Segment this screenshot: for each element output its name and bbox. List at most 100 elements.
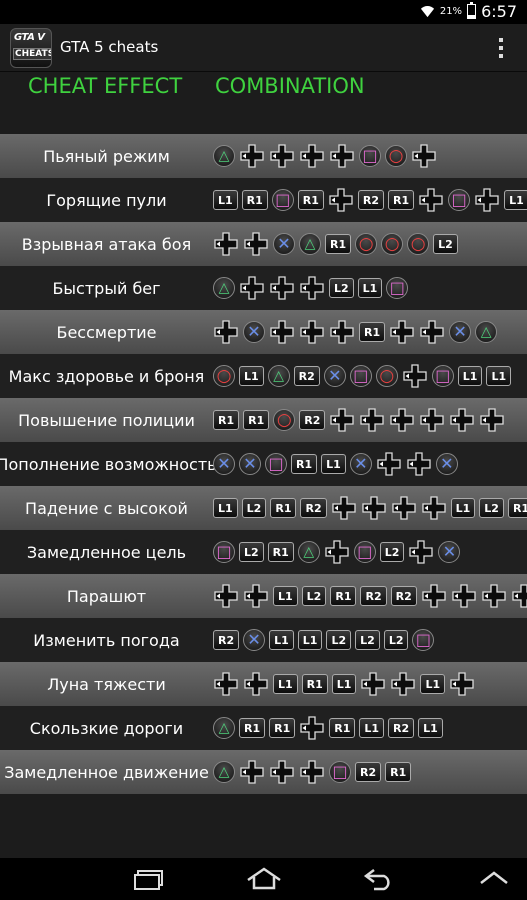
dpad-icon (299, 320, 325, 344)
column-header-combination: COMBINATION (215, 74, 365, 98)
cheat-effect-label: Повышение полиции (18, 410, 195, 430)
square-button-icon: □ (353, 541, 376, 563)
cheat-row[interactable]: Парашют L1 L2 R1 R2 R2 (0, 574, 527, 618)
home-icon[interactable] (245, 867, 283, 891)
dpad-icon (474, 188, 500, 212)
cheat-row[interactable]: Пополнение возможность ✕ ✕ □ R1 L1 ✕ ✕ (0, 442, 527, 486)
dpad-icon (269, 320, 295, 344)
cheat-row[interactable]: Скользкие дороги △ R1 R1 R1 L1 R2 L1 (0, 706, 527, 750)
cheat-row[interactable]: Горящие пули L1 R1 □ R1 R2 R1 □ L1 (0, 178, 527, 222)
dpad-icon (324, 540, 350, 564)
cheat-effect-label: Замедленное движение (4, 762, 209, 782)
dpad-icon (269, 276, 295, 300)
cheat-combination: L1 R1 □ R1 R2 R1 □ L1 (213, 178, 527, 222)
cheat-row[interactable]: Изменить погода R2 ✕ L1 L1 L2 L2 L2 □ (0, 618, 527, 662)
cheat-row[interactable]: Пьяный режим △ □ ○ (0, 134, 527, 178)
dpad-icon (299, 760, 325, 784)
app-logo-top: GTA V (14, 32, 45, 43)
app-screen: 21% 6:57 GTA V CHEATS GTA 5 cheats CHEAT… (0, 0, 527, 900)
triangle-button-icon: △ (213, 277, 235, 299)
cheat-combination: L1 L2 R1 R2 L1 L2 R1 (213, 486, 527, 530)
cheat-row[interactable]: Повышение полиции R1 R1 ○ R2 (0, 398, 527, 442)
circle-button-icon: ○ (381, 233, 404, 255)
back-icon[interactable] (362, 867, 394, 891)
dpad-icon (213, 320, 239, 344)
cheat-effect-label: Быстрый бег (52, 278, 161, 298)
cheat-row[interactable]: Быстрый бег △ L2 L1 □ (0, 266, 527, 310)
cheat-combination: ✕ ✕ □ R1 L1 ✕ ✕ (213, 442, 458, 486)
cheat-row[interactable]: Луна тяжести L1 R1 L1 L1 (0, 662, 527, 706)
square-button-icon: □ (448, 189, 471, 211)
dpad-icon (299, 276, 325, 300)
cheat-row[interactable]: Бессмертие ✕ R1 ✕ △ (0, 310, 527, 354)
circle-button-icon: ○ (273, 409, 296, 431)
cheat-effect-label: Луна тяжести (47, 674, 166, 694)
dpad-icon (243, 584, 269, 608)
collapse-icon[interactable] (478, 867, 510, 891)
app-title: GTA 5 cheats (60, 38, 159, 56)
r1-button-icon: R1 (301, 674, 328, 694)
dpad-icon (269, 144, 295, 168)
square-button-icon: □ (349, 365, 372, 387)
cheat-row[interactable]: Замедленное цель □ L2 R1 △ □ L2 ✕ (0, 530, 527, 574)
cheat-combination: ✕ R1 ✕ △ (213, 310, 498, 354)
cheat-combination: R2 ✕ L1 L1 L2 L2 L2 □ (213, 618, 435, 662)
dpad-icon (213, 232, 239, 256)
r1-button-icon: R1 (243, 410, 270, 430)
dpad-icon (389, 320, 415, 344)
dpad-icon (361, 496, 387, 520)
l1-button-icon: L1 (450, 498, 476, 518)
dpad-icon (402, 364, 428, 388)
l1-button-icon: L1 (269, 630, 294, 650)
cheat-effect-label: Скользкие дороги (29, 718, 184, 738)
cheat-row[interactable]: Замедленное движение △ □ R2 R1 (0, 750, 527, 794)
dpad-icon (269, 760, 295, 784)
cheat-effect-label: Горящие пули (46, 190, 167, 210)
recent-apps-icon[interactable] (133, 867, 165, 891)
overflow-menu-icon[interactable] (497, 36, 505, 60)
clock: 6:57 (481, 2, 517, 21)
cross-button-icon: ✕ (438, 541, 461, 563)
l1-button-icon: L1 (213, 190, 238, 210)
l2-button-icon: L2 (383, 630, 409, 650)
triangle-button-icon: △ (213, 145, 235, 167)
dpad-icon (449, 408, 475, 432)
cheat-combination: △ R1 R1 R1 L1 R2 L1 (213, 706, 443, 750)
l1-button-icon: L1 (273, 586, 298, 606)
dpad-icon (239, 276, 265, 300)
triangle-button-icon: △ (213, 761, 235, 783)
dpad-icon (391, 496, 417, 520)
cheat-effect-label: Замедленное цель (26, 542, 187, 562)
circle-button-icon: ○ (213, 365, 235, 387)
r1-button-icon: R1 (297, 190, 324, 210)
triangle-button-icon: △ (299, 233, 321, 255)
r1-button-icon: R1 (385, 762, 412, 782)
r2-button-icon: R2 (213, 630, 240, 650)
square-button-icon: □ (213, 541, 235, 563)
cheat-row[interactable]: Падение с высокой L1 L2 R1 R2 L1 L2 R1 (0, 486, 527, 530)
cheat-row[interactable]: Макс здоровье и броня ○ L1 △ R2 ✕ □ ○ □ L1 L1 (0, 354, 527, 398)
l1-button-icon: L1 (504, 190, 527, 210)
r2-button-icon: R2 (360, 586, 387, 606)
battery-icon (467, 2, 477, 19)
cheat-effect-label: Изменить погода (33, 630, 180, 650)
status-bar: 21% 6:57 (0, 0, 527, 24)
triangle-button-icon: △ (297, 541, 320, 563)
l1-button-icon: L1 (418, 718, 443, 738)
dpad-icon (406, 452, 432, 476)
triangle-button-icon: △ (267, 365, 290, 387)
dpad-icon (243, 232, 269, 256)
cheat-effect-label: Пополнение возможность (0, 454, 217, 474)
l1-button-icon: L1 (420, 674, 446, 694)
dpad-icon (411, 144, 437, 168)
cheat-row[interactable]: Взрывная атака боя ✕ △ R1 ○ ○ ○ L2 (0, 222, 527, 266)
dpad-icon (479, 408, 505, 432)
r1-button-icon: R1 (239, 718, 266, 738)
cross-button-icon: ✕ (273, 233, 295, 255)
cheat-combination: △ □ R2 R1 (213, 750, 412, 794)
cheat-combination: □ L2 R1 △ □ L2 ✕ (213, 530, 461, 574)
app-icon[interactable]: GTA V CHEATS (10, 28, 52, 68)
r1-button-icon: R1 (213, 410, 240, 430)
cheat-combination: L1 R1 L1 L1 (213, 662, 475, 706)
dpad-icon (329, 320, 355, 344)
